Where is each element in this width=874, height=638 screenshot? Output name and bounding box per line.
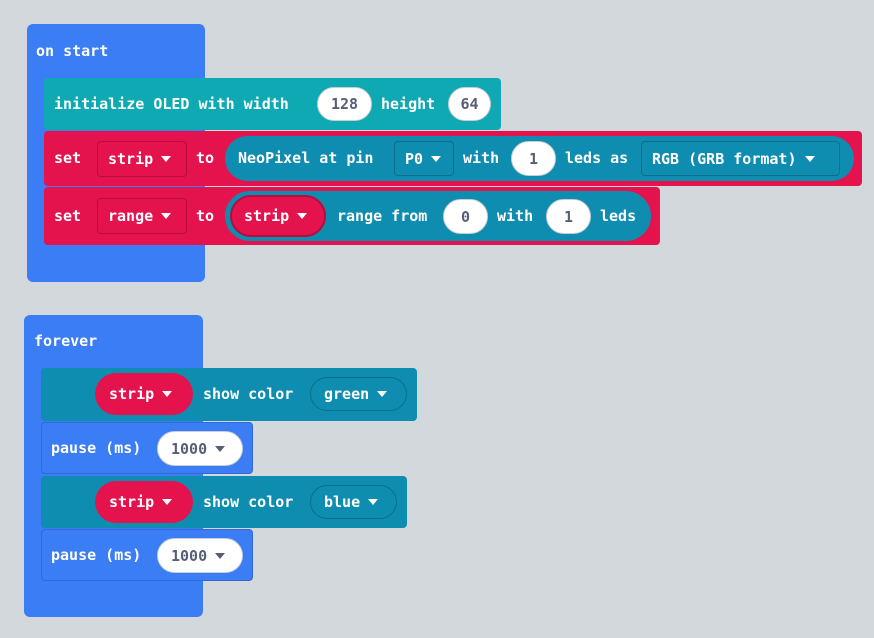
set-strip-set-label: set xyxy=(54,149,82,167)
chevron-down-icon xyxy=(161,156,172,162)
chevron-down-icon xyxy=(804,155,815,162)
chevron-down-icon xyxy=(297,213,308,219)
color-label-1: green xyxy=(324,385,370,403)
chevron-down-icon xyxy=(162,391,173,397)
pause-label-1: pause (ms) xyxy=(51,439,142,457)
chevron-down-icon xyxy=(161,213,172,219)
color-dropdown-2[interactable]: blue xyxy=(310,485,397,519)
pause-value-1: 1000 xyxy=(171,439,208,458)
range-strip-var[interactable]: strip xyxy=(230,195,326,237)
show-color-label-2: show color xyxy=(203,493,294,511)
set-strip-to-label: to xyxy=(196,149,215,167)
range-from-label: range from xyxy=(337,207,428,225)
range-leds-label: leds xyxy=(600,207,637,225)
chevron-down-icon xyxy=(162,499,173,505)
oled-width-input[interactable]: 128 xyxy=(317,87,372,121)
neopixel-label: NeoPixel at pin xyxy=(238,149,374,167)
strip-var-dropdown[interactable]: strip xyxy=(97,141,187,177)
show-color-strip-var-2[interactable]: strip xyxy=(95,481,193,523)
range-var-dropdown[interactable]: range xyxy=(97,198,187,234)
pin-label: P0 xyxy=(405,149,424,168)
pause-input-2[interactable]: 1000 xyxy=(157,538,243,573)
range-from-input[interactable]: 0 xyxy=(443,199,488,234)
on-start-label: on start xyxy=(36,42,109,60)
pause-value-2: 1000 xyxy=(171,546,208,565)
show-color-strip-var-1[interactable]: strip xyxy=(95,373,193,415)
set-range-to-label: to xyxy=(196,207,215,225)
show-color-strip-label-1: strip xyxy=(109,385,155,403)
range-var-label: range xyxy=(108,207,154,225)
range-with-label: with xyxy=(497,207,534,225)
format-label: RGB (GRB format) xyxy=(652,149,797,168)
pause-label-2: pause (ms) xyxy=(51,546,142,564)
forever-label: forever xyxy=(34,332,98,350)
color-label-2: blue xyxy=(324,493,361,511)
set-range-set-label: set xyxy=(54,207,82,225)
led-count-input[interactable]: 1 xyxy=(511,141,556,176)
chevron-down-icon xyxy=(377,391,388,397)
format-dropdown[interactable]: RGB (GRB format) xyxy=(641,141,840,176)
show-color-strip-label-2: strip xyxy=(109,493,155,511)
range-strip-label: strip xyxy=(244,207,290,225)
range-count-input[interactable]: 1 xyxy=(546,199,591,234)
show-color-label-1: show color xyxy=(203,385,294,403)
leds-as-label: leds as xyxy=(565,149,629,167)
pin-dropdown[interactable]: P0 xyxy=(394,141,454,176)
chevron-down-icon xyxy=(215,445,226,452)
strip-var-label: strip xyxy=(108,150,154,168)
chevron-down-icon xyxy=(215,552,226,559)
oled-height-label: height xyxy=(381,95,436,113)
oled-height-input[interactable]: 64 xyxy=(448,87,491,121)
pause-input-1[interactable]: 1000 xyxy=(157,431,243,466)
chevron-down-icon xyxy=(431,155,442,162)
chevron-down-icon xyxy=(368,499,379,505)
color-dropdown-1[interactable]: green xyxy=(310,377,407,411)
oled-init-label: initialize OLED with width xyxy=(54,95,289,113)
neopixel-with-label: with xyxy=(463,149,500,167)
